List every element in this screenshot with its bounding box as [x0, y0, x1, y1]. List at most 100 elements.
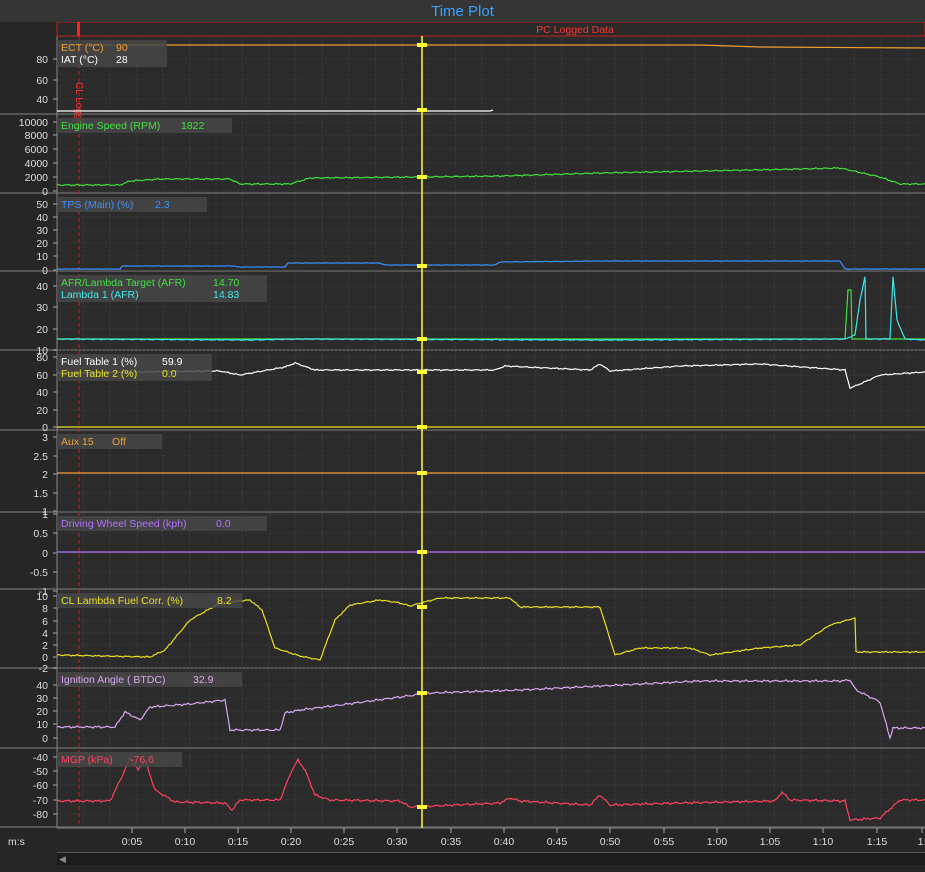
y-tick-label: 2: [42, 469, 48, 481]
y-tick-label: 0: [42, 265, 48, 277]
window-title: Time Plot: [431, 3, 494, 20]
signal-name[interactable]: Engine Speed (RPM): [61, 120, 160, 132]
y-tick-label: 4000: [25, 158, 49, 170]
y-tick-label: 2.5: [33, 451, 48, 463]
cursor-marker: [417, 264, 427, 268]
x-tick-label: 0:25: [334, 836, 355, 848]
y-tick-label: 30: [36, 225, 48, 237]
signal-name[interactable]: CL Lambda Fuel Corr. (%): [61, 595, 183, 607]
cursor-marker: [417, 337, 427, 341]
y-tick-label: 60: [36, 370, 48, 382]
signal-value: Off: [112, 436, 126, 448]
y-tick-label: 6000: [25, 144, 49, 156]
signal-name[interactable]: Fuel Table 1 (%): [61, 356, 137, 368]
y-tick-label: 10000: [19, 117, 48, 129]
y-tick-label: 0: [42, 548, 48, 560]
banner-start-marker: [77, 22, 80, 36]
title-bar: Time Plot: [0, 0, 925, 23]
signal-name[interactable]: ECT (°C): [61, 42, 104, 54]
signal-name[interactable]: Lambda 1 (AFR): [61, 289, 139, 301]
y-tick-label: 40: [36, 212, 48, 224]
y-tick-label: 20: [36, 405, 48, 417]
y-tick-label: 10: [36, 719, 48, 731]
x-tick-label: 0:10: [175, 836, 196, 848]
signal-value: 0.0: [216, 518, 231, 530]
signal-value: 90: [116, 42, 128, 54]
x-tick-label: 1:00: [707, 836, 728, 848]
signal-name[interactable]: TPS (Main) (%): [61, 199, 133, 211]
cursor-marker: [417, 43, 427, 47]
y-tick-label: -70: [33, 795, 48, 807]
signal-name[interactable]: IAT (°C): [61, 54, 98, 66]
y-tick-label: 0: [42, 733, 48, 745]
logged-data-banner: [56, 21, 925, 37]
signal-value: 14.83: [213, 289, 240, 301]
x-tick-label: 1:05: [760, 836, 781, 848]
banner-label: PC Logged Data: [536, 24, 614, 36]
cursor-marker: [417, 805, 427, 809]
signal-value: 14.70: [213, 277, 240, 289]
x-tick-label: 0:35: [441, 836, 462, 848]
y-tick-label: 40: [36, 387, 48, 399]
y-tick-label: -2: [39, 663, 48, 675]
signal-value: 8.2: [217, 595, 232, 607]
cursor-marker: [417, 108, 427, 112]
y-tick-label: 30: [36, 302, 48, 314]
signal-value: -76.6: [130, 754, 154, 766]
y-tick-label: 1.5: [33, 488, 48, 500]
y-tick-label: 20: [36, 324, 48, 336]
y-tick-label: 40: [36, 281, 48, 293]
y-tick-label: 3: [42, 432, 48, 444]
x-tick-label: 0:20: [281, 836, 302, 848]
signal-value: 32.9: [193, 674, 214, 686]
x-tick-label: 0:50: [600, 836, 621, 848]
signal-name[interactable]: MGP (kPa): [61, 754, 113, 766]
signal-value: 59.9: [162, 356, 183, 368]
x-tick-label: 0:40: [494, 836, 515, 848]
y-tick-label: 4: [42, 628, 48, 640]
x-tick-label: 0:15: [228, 836, 249, 848]
signal-name[interactable]: AFR/Lambda Target (AFR): [61, 277, 186, 289]
y-tick-label: -80: [33, 809, 48, 821]
y-tick-label: 20: [36, 238, 48, 250]
signal-name[interactable]: Ignition Angle ( BTDC): [61, 674, 165, 686]
x-tick-label: 1:15: [867, 836, 888, 848]
signal-name[interactable]: Aux 15: [61, 436, 94, 448]
y-tick-label: 50: [36, 199, 48, 211]
cursor-marker: [417, 605, 427, 609]
x-tick-label: 0:30: [387, 836, 408, 848]
cursor-marker: [417, 550, 427, 554]
y-tick-label: 30: [36, 693, 48, 705]
x-tick-label: 1:10: [813, 836, 834, 848]
y-tick-label: 8: [42, 603, 48, 615]
y-tick-label: 0.5: [33, 528, 48, 540]
x-tick-label: 1:: [918, 836, 925, 848]
cursor-marker: [417, 370, 427, 374]
y-tick-label: 80: [36, 352, 48, 364]
y-tick-label: 20: [36, 706, 48, 718]
signal-value: 0.0: [162, 368, 177, 380]
y-tick-label: 10: [36, 591, 48, 603]
y-tick-label: 1: [42, 509, 48, 521]
signal-value: 2.3: [155, 199, 170, 211]
y-tick-label: 80: [36, 54, 48, 66]
y-tick-label: 0: [42, 186, 48, 198]
y-tick-label: -40: [33, 752, 48, 764]
y-tick-label: -60: [33, 780, 48, 792]
y-tick-label: 2: [42, 640, 48, 652]
scroll-left-icon[interactable]: ◀: [59, 854, 66, 865]
signal-name[interactable]: Driving Wheel Speed (kph): [61, 518, 186, 530]
signal-value: 1822: [181, 120, 205, 132]
y-tick-label: 6: [42, 616, 48, 628]
horizontal-scrollbar[interactable]: ◀: [57, 852, 925, 865]
y-tick-label: 60: [36, 75, 48, 87]
x-tick-label: 0:05: [122, 836, 143, 848]
signal-name[interactable]: Fuel Table 2 (%): [61, 368, 137, 380]
cursor-marker: [417, 471, 427, 475]
cursor-marker: [417, 691, 427, 695]
y-tick-label: -50: [33, 766, 48, 778]
x-tick-label: 0:55: [654, 836, 675, 848]
y-tick-label: -0.5: [30, 567, 48, 579]
y-tick-label: 8000: [25, 130, 49, 142]
signal-value: 28: [116, 54, 128, 66]
